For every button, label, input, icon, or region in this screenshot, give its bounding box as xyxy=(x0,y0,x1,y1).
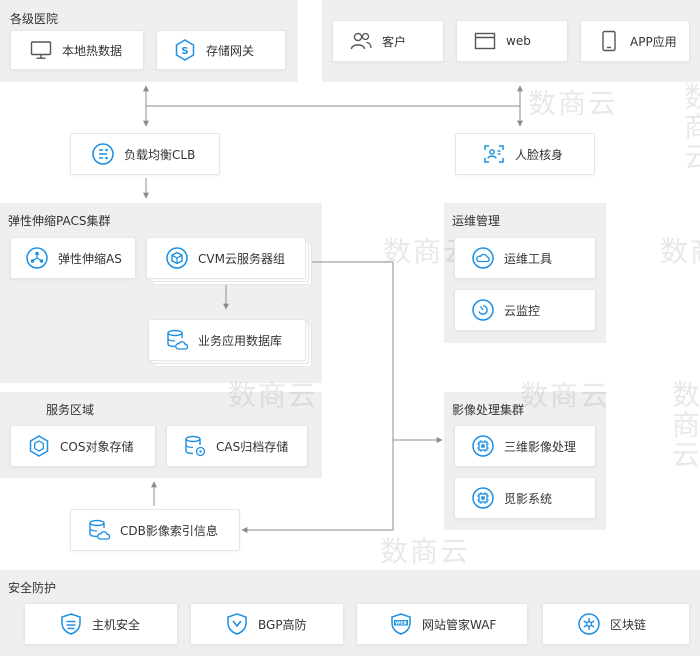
security-title: 安全防护 xyxy=(8,581,57,595)
host-shield-icon xyxy=(59,612,83,636)
app-label: APP应用 xyxy=(630,34,677,49)
ops-tools-label: 运维工具 xyxy=(504,251,553,266)
face-id-icon xyxy=(482,142,506,166)
cloud-tool-icon xyxy=(471,246,495,270)
blockchain-label: 区块链 xyxy=(610,617,647,632)
cube-storage-icon xyxy=(27,434,51,458)
cas-archive-card[interactable]: CAS归档存储 xyxy=(166,425,308,467)
cos-storage-card[interactable]: COS对象存储 xyxy=(10,425,156,467)
chip-icon xyxy=(471,486,495,510)
web-card[interactable]: web xyxy=(456,20,568,62)
cas-archive-label: CAS归档存储 xyxy=(216,439,289,454)
waf-label: 网站管家WAF xyxy=(422,617,497,632)
service-title: 服务区域 xyxy=(46,403,95,417)
cvm-group-label: CVM云服务器组 xyxy=(198,251,285,266)
monitor-icon xyxy=(29,38,53,62)
local-hot-data-label: 本地热数据 xyxy=(62,43,123,58)
browser-window-icon xyxy=(473,29,497,53)
bgp-defense-label: BGP高防 xyxy=(258,617,307,632)
cloud-monitor-label: 云监控 xyxy=(504,303,541,318)
clb-card[interactable]: 负载均衡CLB xyxy=(70,133,220,175)
chip-icon xyxy=(471,434,495,458)
auto-scaling-icon xyxy=(25,246,49,270)
cvm-server-icon xyxy=(165,246,189,270)
cloud-monitor-icon xyxy=(471,298,495,322)
waf-shield-icon: WEB xyxy=(389,612,413,636)
app-card[interactable]: APP应用 xyxy=(580,20,690,62)
mobile-phone-icon xyxy=(597,29,621,53)
ops-title: 运维管理 xyxy=(452,214,501,228)
load-balancer-icon xyxy=(91,142,115,166)
cvm-group-card[interactable]: CVM云服务器组 xyxy=(146,237,306,279)
bgp-shield-icon xyxy=(225,612,249,636)
auto-scaling-card[interactable]: 弹性伸缩AS xyxy=(10,237,136,279)
database-icon xyxy=(165,328,189,352)
auto-scaling-label: 弹性伸缩AS xyxy=(58,251,122,266)
ops-tools-card[interactable]: 运维工具 xyxy=(454,237,596,279)
face-verify-label: 人脸核身 xyxy=(515,147,564,162)
cdb-index-label: CDB影像索引信息 xyxy=(120,523,218,538)
waf-card[interactable]: WEB 网站管家WAF xyxy=(356,603,528,645)
miying-system-label: 觅影系统 xyxy=(504,491,553,506)
cloud-monitor-card[interactable]: 云监控 xyxy=(454,289,596,331)
face-verify-card[interactable]: 人脸核身 xyxy=(455,133,595,175)
database-icon xyxy=(87,518,111,542)
imaging-title: 影像处理集群 xyxy=(452,403,525,417)
local-hot-data-card[interactable]: 本地热数据 xyxy=(10,30,144,70)
blockchain-icon xyxy=(577,612,601,636)
gateway-icon: S xyxy=(173,38,197,62)
clb-label: 负载均衡CLB xyxy=(124,147,196,162)
pacs-title: 弹性伸缩PACS集群 xyxy=(8,214,111,228)
svg-text:S: S xyxy=(181,46,188,57)
miying-system-card[interactable]: 觅影系统 xyxy=(454,477,596,519)
3d-imaging-label: 三维影像处理 xyxy=(504,439,577,454)
host-security-card[interactable]: 主机安全 xyxy=(24,603,178,645)
host-security-label: 主机安全 xyxy=(92,617,141,632)
web-label: web xyxy=(506,34,531,48)
hospital-title: 各级医院 xyxy=(10,12,59,26)
storage-gateway-label: 存储网关 xyxy=(206,43,255,58)
business-db-card[interactable]: 业务应用数据库 xyxy=(148,319,306,361)
bgp-defense-card[interactable]: BGP高防 xyxy=(190,603,344,645)
users-icon xyxy=(349,29,373,53)
archive-storage-icon xyxy=(183,434,207,458)
blockchain-card[interactable]: 区块链 xyxy=(542,603,690,645)
storage-gateway-card[interactable]: S 存储网关 xyxy=(156,30,286,70)
cos-storage-label: COS对象存储 xyxy=(60,439,134,454)
svg-text:WEB: WEB xyxy=(395,620,407,626)
3d-imaging-card[interactable]: 三维影像处理 xyxy=(454,425,596,467)
customer-label: 客户 xyxy=(382,34,407,49)
cdb-index-card[interactable]: CDB影像索引信息 xyxy=(70,509,240,551)
business-db-label: 业务应用数据库 xyxy=(198,333,283,348)
customer-card[interactable]: 客户 xyxy=(332,20,444,62)
